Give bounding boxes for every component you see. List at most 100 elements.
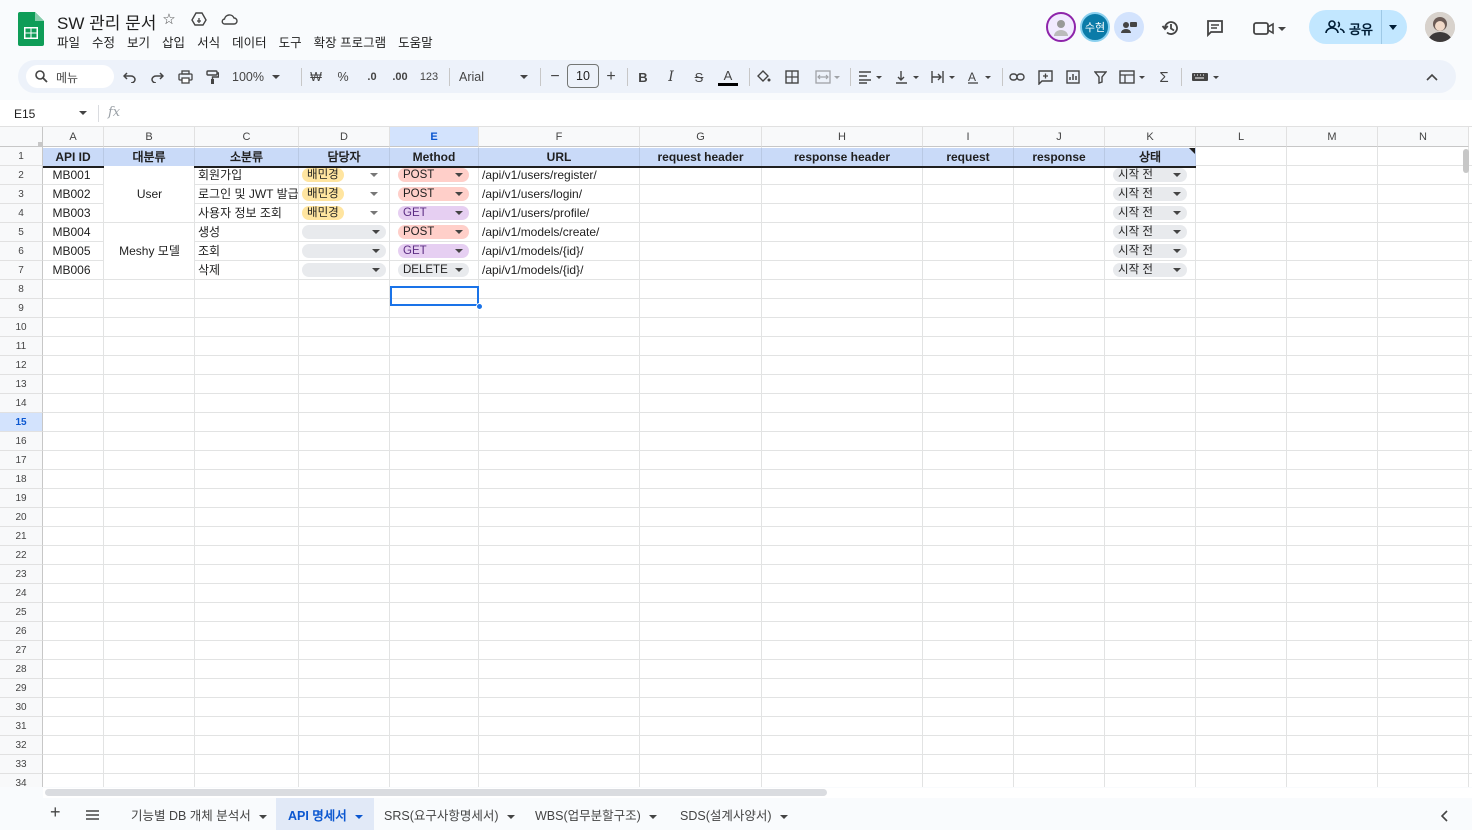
row-header-34[interactable]: 34 [0,774,43,787]
column-header-N[interactable]: N [1378,127,1469,147]
table-header-cell[interactable]: 상태 [1105,148,1196,167]
column-header-E[interactable]: E [390,127,479,147]
chat-avatar-icon[interactable] [1114,12,1144,42]
group-cell[interactable]: User [104,185,195,204]
row-header-6[interactable]: 6 [0,242,43,261]
row-header-5[interactable]: 5 [0,223,43,242]
menu-insert[interactable]: 삽입 [162,32,185,51]
row-header-32[interactable]: 32 [0,736,43,755]
decrease-font-size-icon[interactable]: − [548,67,562,87]
move-to-drive-icon[interactable] [190,10,208,28]
owner-chip[interactable]: 배민경 [302,187,344,201]
percent-format-button[interactable]: % [335,67,351,87]
print-icon[interactable] [177,67,193,87]
api-id-cell[interactable]: MB006 [43,261,100,280]
vertical-scrollbar-thumb[interactable] [1463,149,1469,173]
table-header-cell[interactable]: 소분류 [195,148,299,167]
row-header-2[interactable]: 2 [0,166,43,185]
increase-decimal-button[interactable]: .00 [389,67,411,87]
owner-dropdown-icon[interactable] [370,192,378,196]
method-chip[interactable]: POST [398,225,469,239]
account-avatar[interactable] [1425,12,1455,42]
menu-search[interactable]: 메뉴 [26,65,114,88]
status-chip[interactable]: 시작 전 [1113,225,1187,239]
menu-file[interactable]: 파일 [57,32,80,51]
row-header-26[interactable]: 26 [0,622,43,641]
star-icon[interactable]: ☆ [160,10,178,28]
row-header-31[interactable]: 31 [0,717,43,736]
row-header-13[interactable]: 13 [0,375,43,394]
menu-format[interactable]: 서식 [197,32,220,51]
redo-icon[interactable] [149,67,165,87]
menu-tools[interactable]: 도구 [279,32,302,51]
table-header-cell[interactable]: request header [640,148,762,167]
name-box[interactable]: E15 [14,107,35,121]
horizontal-scrollbar-thumb[interactable] [45,789,827,796]
vertical-align-icon[interactable] [894,67,922,87]
version-history-icon[interactable] [1160,17,1182,39]
api-id-cell[interactable]: MB002 [43,185,100,204]
row-header-24[interactable]: 24 [0,584,43,603]
owner-chip[interactable] [302,225,386,239]
row-header-18[interactable]: 18 [0,470,43,489]
row-header-14[interactable]: 14 [0,394,43,413]
subcategory-cell[interactable]: 사용자 정보 조회 [198,204,298,223]
subcategory-cell[interactable]: 회원가입 [198,166,298,185]
column-header-C[interactable]: C [195,127,299,147]
italic-icon[interactable]: I [663,67,679,87]
menu-view[interactable]: 보기 [127,32,150,51]
collapse-toolbar-icon[interactable] [1424,67,1440,87]
row-header-22[interactable]: 22 [0,546,43,565]
select-all-corner[interactable] [0,127,43,147]
row-header-20[interactable]: 20 [0,508,43,527]
table-header-cell[interactable]: request [923,148,1014,167]
row-header-9[interactable]: 9 [0,299,43,318]
input-tools-icon[interactable] [1190,67,1222,87]
subcategory-cell[interactable]: 삭제 [198,261,298,280]
row-header-23[interactable]: 23 [0,565,43,584]
row-header-17[interactable]: 17 [0,451,43,470]
fill-color-icon[interactable] [754,67,772,87]
subcategory-cell[interactable]: 로그인 및 JWT 발급 [198,185,298,204]
text-wrapping-icon[interactable] [930,67,958,87]
column-header-H[interactable]: H [762,127,923,147]
menu-extensions[interactable]: 확장 프로그램 [314,32,386,51]
horizontal-scrollbar[interactable] [43,788,1472,798]
row-header-28[interactable]: 28 [0,660,43,679]
row-header-11[interactable]: 11 [0,337,43,356]
insert-link-icon[interactable] [1008,67,1026,87]
status-chip[interactable]: 시작 전 [1113,263,1187,277]
text-rotation-icon[interactable]: A [966,67,994,87]
collaborator-initials-avatar[interactable]: 수현 [1080,12,1110,42]
method-chip[interactable]: GET [398,244,469,258]
owner-chip[interactable]: 배민경 [302,206,344,220]
owner-chip[interactable]: 배민경 [302,168,344,182]
borders-icon[interactable] [784,67,800,87]
sheet-tab-api-spec[interactable]: API 명세서 [288,805,363,825]
all-sheets-icon[interactable] [85,808,100,826]
add-sheet-icon[interactable]: + [50,802,61,823]
share-dropdown-icon[interactable] [1389,25,1397,30]
row-header-8[interactable]: 8 [0,280,43,299]
subcategory-cell[interactable]: 조회 [198,242,298,261]
url-cell[interactable]: /api/v1/models/create/ [482,223,639,242]
more-formats-button[interactable]: 123 [418,67,440,87]
row-header-30[interactable]: 30 [0,698,43,717]
method-chip[interactable]: POST [398,187,469,201]
row-header-7[interactable]: 7 [0,261,43,280]
column-header-M[interactable]: M [1287,127,1378,147]
table-header-cell[interactable]: response [1014,148,1105,167]
column-header-F[interactable]: F [479,127,640,147]
row-header-1[interactable]: 1 [0,147,43,166]
increase-font-size-icon[interactable]: + [604,67,618,87]
spreadsheet-grid[interactable]: A B C D E F G H I J K L M N 1 2 3 4 5 6 7 8 9 10 11 12 13 14 15 16 17 1… [0,127,1472,787]
method-chip[interactable]: GET [398,206,469,220]
sheet-tab-wbs[interactable]: WBS(업무분할구조) [535,805,657,825]
column-header-A[interactable]: A [43,127,104,147]
row-header-12[interactable]: 12 [0,356,43,375]
strikethrough-icon[interactable]: S [691,67,707,87]
row-header-19[interactable]: 19 [0,489,43,508]
column-header-D[interactable]: D [299,127,390,147]
column-header-J[interactable]: J [1014,127,1105,147]
currency-format-button[interactable]: ₩ [308,67,324,87]
